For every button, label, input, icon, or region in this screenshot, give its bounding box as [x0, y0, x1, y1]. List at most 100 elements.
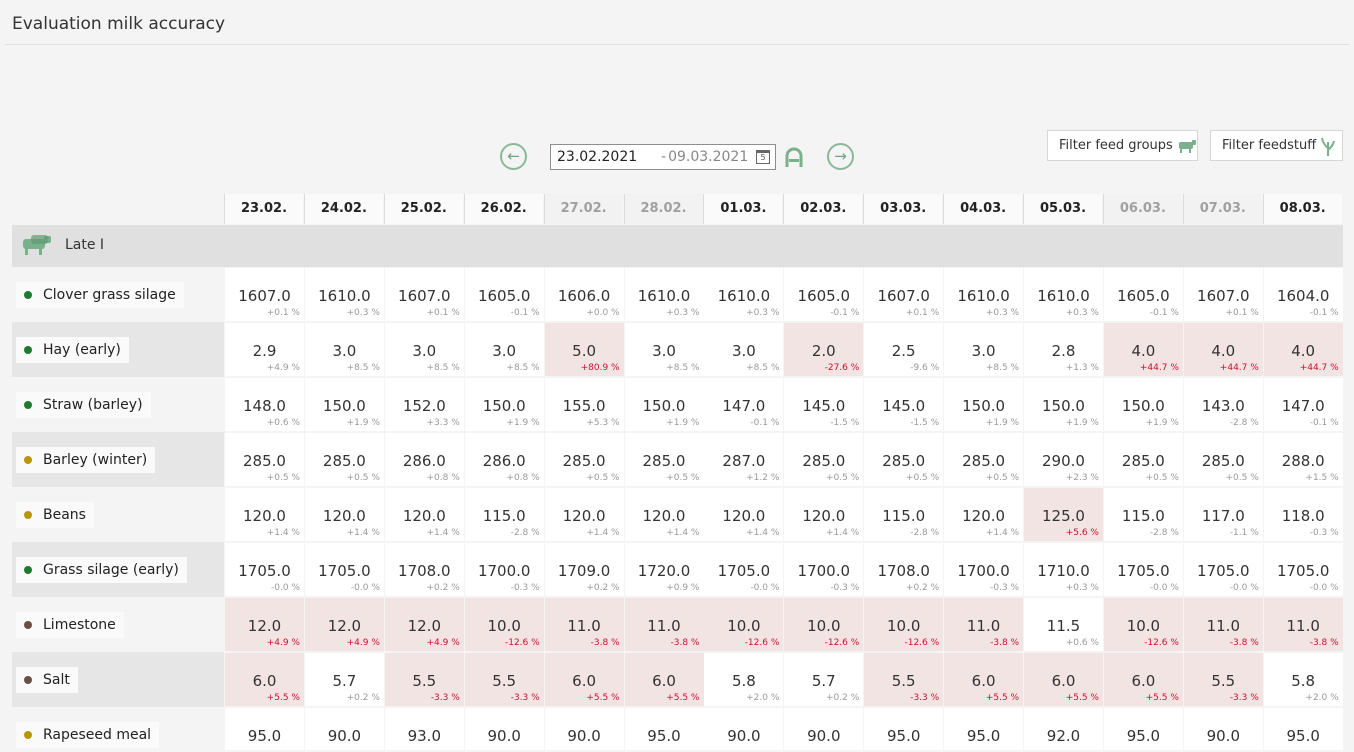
amount-cell[interactable]: 95.0: [864, 708, 944, 750]
amount-cell[interactable]: 120.0 +1.4 %: [544, 488, 624, 541]
amount-cell[interactable]: 120.0 +1.4 %: [304, 488, 384, 541]
filter-feedstuff-button[interactable]: Filter feedstuff: [1210, 130, 1343, 161]
amount-cell[interactable]: 125.0 +5.6 %: [1024, 488, 1103, 541]
amount-cell[interactable]: 1705.0 -0.0 %: [304, 543, 384, 596]
amount-cell[interactable]: 90.0: [1183, 708, 1263, 750]
amount-cell[interactable]: 1604.0 -0.1 %: [1263, 268, 1343, 321]
amount-cell[interactable]: 148.0 +0.6 %: [225, 378, 304, 431]
amount-cell[interactable]: 1705.0 -0.0 %: [704, 543, 784, 596]
amount-cell[interactable]: 6.0 +5.5 %: [1103, 653, 1183, 706]
amount-cell[interactable]: 6.0 +5.5 %: [225, 653, 304, 706]
amount-cell[interactable]: 90.0: [544, 708, 624, 750]
filter-feed-groups-button[interactable]: Filter feed groups: [1047, 130, 1198, 161]
feedstuff-label[interactable]: Limestone: [16, 612, 124, 638]
amount-cell[interactable]: 152.0 +3.3 %: [384, 378, 464, 431]
calendar-icon[interactable]: 5: [756, 150, 770, 164]
feedstuff-label[interactable]: Clover grass silage: [16, 282, 184, 308]
amount-cell[interactable]: 5.5 -3.3 %: [464, 653, 544, 706]
amount-cell[interactable]: 3.0 +8.5 %: [944, 323, 1024, 376]
amount-cell[interactable]: 288.0 +1.5 %: [1263, 433, 1343, 486]
amount-cell[interactable]: 118.0 -0.3 %: [1263, 488, 1343, 541]
amount-cell[interactable]: 5.5 -3.3 %: [864, 653, 944, 706]
amount-cell[interactable]: 150.0 +1.9 %: [304, 378, 384, 431]
amount-cell[interactable]: 4.0 +44.7 %: [1103, 323, 1183, 376]
amount-cell[interactable]: 285.0 +0.5 %: [1183, 433, 1263, 486]
amount-cell[interactable]: 120.0 +1.4 %: [704, 488, 784, 541]
amount-cell[interactable]: 285.0 +0.5 %: [944, 433, 1024, 486]
date-range-input[interactable]: 23.02.2021 - 09.03.2021 5: [550, 144, 776, 170]
amount-cell[interactable]: 285.0 +0.5 %: [304, 433, 384, 486]
amount-cell[interactable]: 4.0 +44.7 %: [1263, 323, 1343, 376]
amount-cell[interactable]: 145.0 -1.5 %: [864, 378, 944, 431]
amount-cell[interactable]: 1710.0 +0.3 %: [1024, 543, 1103, 596]
amount-cell[interactable]: 1720.0 +0.9 %: [624, 543, 704, 596]
amount-cell[interactable]: 10.0 -12.6 %: [784, 598, 864, 651]
amount-cell[interactable]: 11.0 -3.8 %: [1263, 598, 1343, 651]
amount-cell[interactable]: 150.0 +1.9 %: [1024, 378, 1103, 431]
amount-cell[interactable]: 5.5 -3.3 %: [1183, 653, 1263, 706]
amount-cell[interactable]: 5.8 +2.0 %: [1263, 653, 1343, 706]
feedstuff-label[interactable]: Straw (barley): [16, 392, 151, 418]
amount-cell[interactable]: 12.0 +4.9 %: [384, 598, 464, 651]
amount-cell[interactable]: 10.0 -12.6 %: [864, 598, 944, 651]
amount-cell[interactable]: 1606.0 +0.0 %: [544, 268, 624, 321]
feedstuff-label[interactable]: Beans: [16, 502, 94, 528]
amount-cell[interactable]: 286.0 +0.8 %: [384, 433, 464, 486]
amount-cell[interactable]: 1607.0 +0.1 %: [384, 268, 464, 321]
amount-cell[interactable]: 1610.0 +0.3 %: [624, 268, 704, 321]
amount-cell[interactable]: 143.0 -2.8 %: [1183, 378, 1263, 431]
amount-cell[interactable]: 286.0 +0.8 %: [464, 433, 544, 486]
amount-cell[interactable]: 285.0 +0.5 %: [864, 433, 944, 486]
amount-cell[interactable]: 1705.0 -0.0 %: [225, 543, 304, 596]
amount-cell[interactable]: 150.0 +1.9 %: [1103, 378, 1183, 431]
amount-cell[interactable]: 6.0 +5.5 %: [624, 653, 704, 706]
amount-cell[interactable]: 1607.0 +0.1 %: [225, 268, 304, 321]
amount-cell[interactable]: 1709.0 +0.2 %: [544, 543, 624, 596]
amount-cell[interactable]: 3.0 +8.5 %: [704, 323, 784, 376]
amount-cell[interactable]: 5.7 +0.2 %: [784, 653, 864, 706]
amount-cell[interactable]: 3.0 +8.5 %: [384, 323, 464, 376]
amount-cell[interactable]: 12.0 +4.9 %: [304, 598, 384, 651]
amount-cell[interactable]: 11.0 -3.8 %: [1183, 598, 1263, 651]
amount-cell[interactable]: 1708.0 +0.2 %: [384, 543, 464, 596]
period-lock-icon[interactable]: [783, 146, 805, 168]
amount-cell[interactable]: 2.5 -9.6 %: [864, 323, 944, 376]
amount-cell[interactable]: 95.0: [1103, 708, 1183, 750]
amount-cell[interactable]: 120.0 +1.4 %: [384, 488, 464, 541]
amount-cell[interactable]: 3.0 +8.5 %: [624, 323, 704, 376]
previous-period-button[interactable]: ←: [500, 143, 527, 170]
amount-cell[interactable]: 1705.0 -0.0 %: [1183, 543, 1263, 596]
amount-cell[interactable]: 150.0 +1.9 %: [464, 378, 544, 431]
amount-cell[interactable]: 150.0 +1.9 %: [944, 378, 1024, 431]
amount-cell[interactable]: 115.0 -2.8 %: [464, 488, 544, 541]
amount-cell[interactable]: 3.0 +8.5 %: [464, 323, 544, 376]
amount-cell[interactable]: 4.0 +44.7 %: [1183, 323, 1263, 376]
amount-cell[interactable]: 1708.0 +0.2 %: [864, 543, 944, 596]
amount-cell[interactable]: 115.0 -2.8 %: [1103, 488, 1183, 541]
amount-cell[interactable]: 11.0 -3.8 %: [944, 598, 1024, 651]
amount-cell[interactable]: 6.0 +5.5 %: [944, 653, 1024, 706]
feed-group-row[interactable]: Late I: [12, 225, 1343, 267]
amount-cell[interactable]: 120.0 +1.4 %: [784, 488, 864, 541]
amount-cell[interactable]: 5.0 +80.9 %: [544, 323, 624, 376]
amount-cell[interactable]: 1605.0 -0.1 %: [1103, 268, 1183, 321]
amount-cell[interactable]: 5.5 -3.3 %: [384, 653, 464, 706]
amount-cell[interactable]: 1700.0 -0.3 %: [944, 543, 1024, 596]
amount-cell[interactable]: 1610.0 +0.3 %: [944, 268, 1024, 321]
amount-cell[interactable]: 5.7 +0.2 %: [304, 653, 384, 706]
feedstuff-label[interactable]: Barley (winter): [16, 447, 156, 473]
amount-cell[interactable]: 1607.0 +0.1 %: [1183, 268, 1263, 321]
amount-cell[interactable]: 285.0 +0.5 %: [784, 433, 864, 486]
amount-cell[interactable]: 115.0 -2.8 %: [864, 488, 944, 541]
feedstuff-label[interactable]: Rapeseed meal: [16, 722, 160, 748]
amount-cell[interactable]: 12.0 +4.9 %: [225, 598, 304, 651]
amount-cell[interactable]: 285.0 +0.5 %: [624, 433, 704, 486]
amount-cell[interactable]: 120.0 +1.4 %: [944, 488, 1024, 541]
amount-cell[interactable]: 1705.0 -0.0 %: [1103, 543, 1183, 596]
amount-cell[interactable]: 285.0 +0.5 %: [1103, 433, 1183, 486]
amount-cell[interactable]: 10.0 -12.6 %: [1103, 598, 1183, 651]
amount-cell[interactable]: 147.0 -0.1 %: [704, 378, 784, 431]
amount-cell[interactable]: 11.0 -3.8 %: [544, 598, 624, 651]
amount-cell[interactable]: 1610.0 +0.3 %: [304, 268, 384, 321]
amount-cell[interactable]: 90.0: [704, 708, 784, 750]
